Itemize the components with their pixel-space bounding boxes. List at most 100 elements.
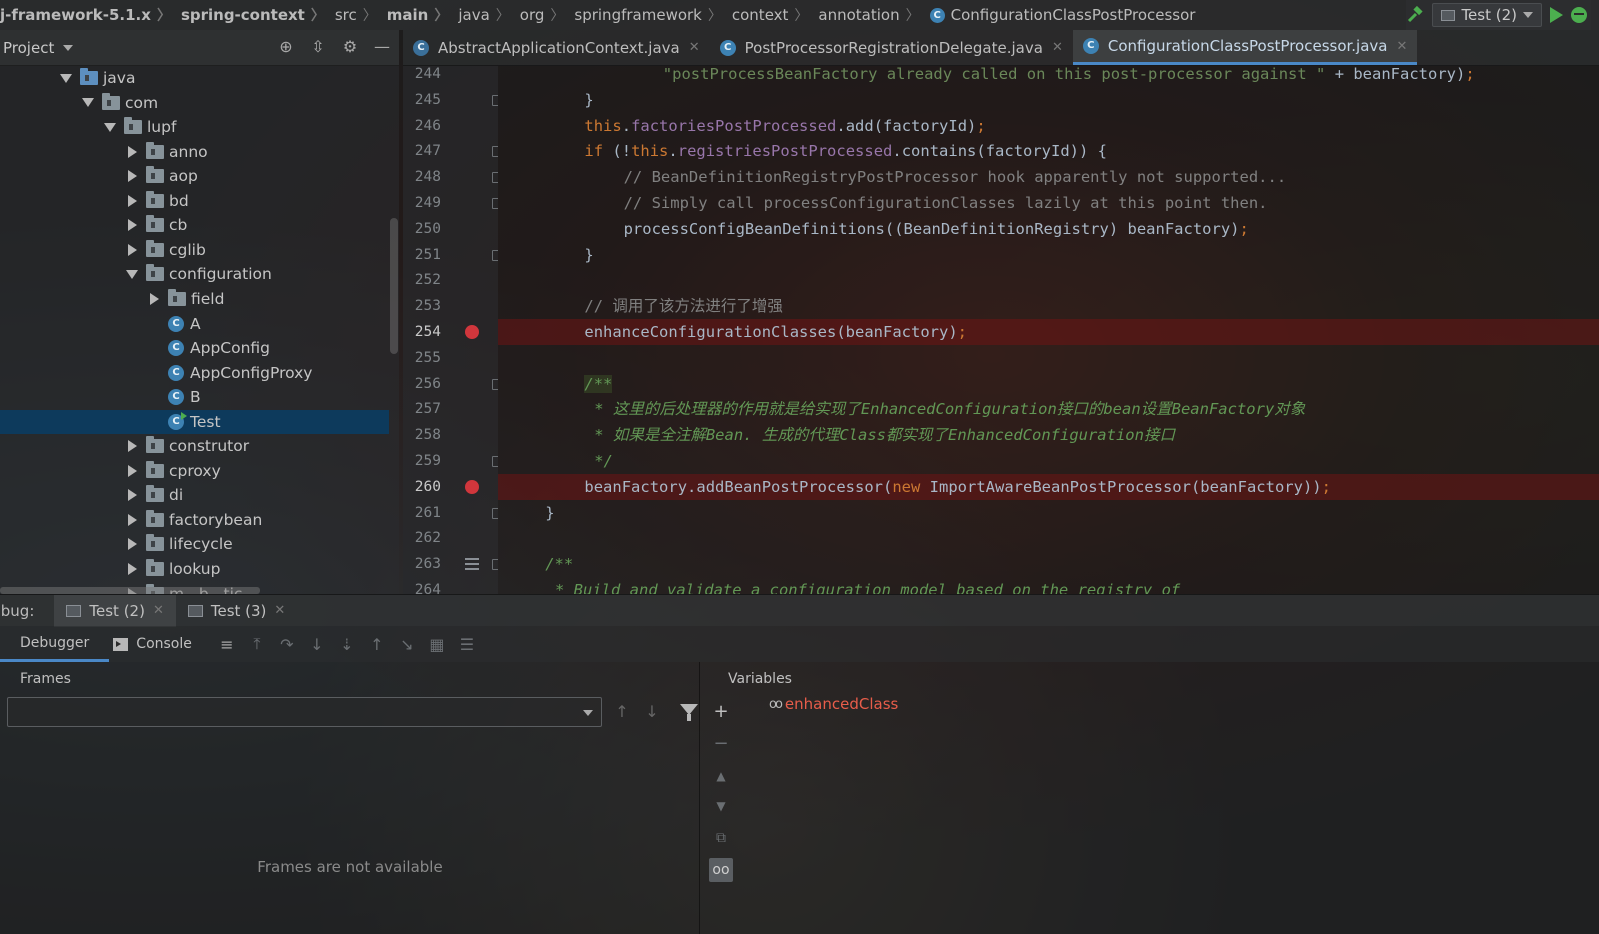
breakpoint-icon[interactable] bbox=[465, 325, 479, 339]
breadcrumb-item[interactable]: spring-context 〉 bbox=[173, 5, 327, 25]
editor-tab[interactable]: C ConfigurationClassPostProcessor.java ✕ bbox=[1072, 30, 1418, 65]
debug-session-tab[interactable]: Test (2) ✕ bbox=[54, 594, 176, 627]
thread-select[interactable] bbox=[7, 697, 602, 727]
arrow-down-icon[interactable]: ↓ bbox=[642, 702, 662, 722]
breadcrumb-item[interactable]: annotation 〉 bbox=[810, 5, 921, 25]
collapsed-arrow-icon[interactable] bbox=[124, 242, 140, 258]
tree-item-a[interactable]: CA bbox=[0, 312, 389, 336]
tree-item-cb[interactable]: cb bbox=[0, 213, 389, 237]
glasses-icon[interactable]: oo bbox=[709, 858, 733, 882]
editor-tab[interactable]: C AbstractApplicationContext.java ✕ bbox=[403, 30, 710, 65]
tree-item-lookup[interactable]: lookup bbox=[0, 557, 389, 581]
tree-item-bd[interactable]: bd bbox=[0, 189, 389, 213]
tree-item-lifecycle[interactable]: lifecycle bbox=[0, 532, 389, 556]
editor-gutter[interactable]: 244 245 246 247 248 249 250 251 252 253 254 255 256 2… bbox=[403, 66, 498, 594]
tree-item-aop[interactable]: aop bbox=[0, 164, 389, 188]
force-step-into-icon[interactable]: ⇣ bbox=[332, 626, 362, 662]
move-up-icon[interactable]: ▲ bbox=[709, 764, 733, 788]
evaluate-expression-icon[interactable]: ▦ bbox=[422, 626, 452, 662]
breadcrumb-item[interactable]: springframework 〉 bbox=[566, 5, 723, 25]
locate-target-icon[interactable]: ⊕ bbox=[277, 38, 295, 56]
collapsed-arrow-icon[interactable] bbox=[124, 561, 140, 577]
breadcrumb-item[interactable]: j-framework-5.1.x 〉 bbox=[0, 5, 173, 25]
collapsed-arrow-icon[interactable] bbox=[124, 193, 140, 209]
tree-item-cproxy[interactable]: cproxy bbox=[0, 459, 389, 483]
code-editor[interactable]: "postProcessBeanFactory already called o… bbox=[498, 66, 1599, 594]
collapsed-arrow-icon[interactable] bbox=[124, 217, 140, 233]
step-out-icon[interactable]: ↑ bbox=[362, 626, 392, 662]
collapsed-arrow-icon[interactable] bbox=[146, 291, 162, 307]
tree-item-lupf[interactable]: lupf bbox=[0, 115, 389, 139]
project-view-select[interactable]: Project bbox=[3, 39, 54, 57]
collapsed-arrow-icon[interactable] bbox=[124, 536, 140, 552]
breadcrumb-item[interactable]: context 〉 bbox=[724, 5, 811, 25]
tree-item-factorybean[interactable]: factorybean bbox=[0, 508, 389, 532]
gear-icon[interactable]: ⚙ bbox=[341, 38, 359, 56]
build-hammer-icon[interactable] bbox=[1406, 5, 1424, 24]
tree-item-label: cglib bbox=[169, 240, 206, 259]
tree-item-java[interactable]: java bbox=[0, 66, 389, 90]
collapse-all-icon[interactable]: ⇳ bbox=[309, 38, 327, 56]
breadcrumb-item[interactable]: main 〉 bbox=[379, 5, 451, 25]
add-watch-icon[interactable]: + bbox=[709, 700, 733, 724]
run-button[interactable] bbox=[1550, 7, 1563, 23]
tree-item-cglib[interactable]: cglib bbox=[0, 238, 389, 262]
show-execution-point-icon[interactable]: ⤒ bbox=[242, 626, 272, 662]
implementation-marker-icon[interactable] bbox=[465, 558, 479, 571]
trace-stream-icon[interactable]: ☰ bbox=[452, 626, 482, 662]
tree-item-field[interactable]: field bbox=[0, 287, 389, 311]
close-icon[interactable]: ✕ bbox=[1052, 40, 1063, 55]
debug-session-tab[interactable]: Test (3) ✕ bbox=[176, 595, 297, 627]
move-down-icon[interactable]: ▼ bbox=[709, 794, 733, 818]
expanded-arrow-icon[interactable] bbox=[58, 70, 74, 86]
folder-icon bbox=[168, 288, 186, 306]
expanded-arrow-icon[interactable] bbox=[124, 266, 140, 282]
tree-item-appconfigproxy[interactable]: C AppConfigProxy bbox=[0, 361, 389, 385]
menu-icon[interactable]: ≡ bbox=[212, 626, 242, 662]
folder-icon bbox=[146, 264, 164, 282]
watch-item[interactable]: oo enhancedClass bbox=[769, 695, 898, 713]
collapsed-arrow-icon[interactable] bbox=[124, 487, 140, 503]
close-icon[interactable]: ✕ bbox=[153, 603, 164, 618]
breadcrumb-item[interactable]: org 〉 bbox=[512, 5, 567, 25]
minimize-icon[interactable]: — bbox=[373, 38, 391, 56]
editor-tab[interactable]: C PostProcessorRegistrationDelegate.java ✕ bbox=[710, 30, 1073, 65]
run-configuration-select[interactable]: Test (2) bbox=[1432, 3, 1542, 27]
collapsed-arrow-icon[interactable] bbox=[124, 463, 140, 479]
tree-item-appconfig[interactable]: C AppConfig bbox=[0, 336, 389, 360]
tree-item-construtor[interactable]: construtor bbox=[0, 434, 389, 458]
tree-item-com[interactable]: com bbox=[0, 91, 389, 115]
run-to-cursor-icon[interactable]: ↘ bbox=[392, 626, 422, 662]
tree-item-configuration[interactable]: configuration bbox=[0, 262, 389, 286]
chevron-down-icon[interactable] bbox=[63, 44, 74, 51]
collapsed-arrow-icon[interactable] bbox=[124, 168, 140, 184]
copy-icon[interactable]: ⧉ bbox=[709, 826, 733, 850]
expanded-arrow-icon[interactable] bbox=[102, 119, 118, 135]
step-over-icon[interactable]: ↷ bbox=[272, 626, 302, 662]
tree-item-test[interactable]: C Test bbox=[0, 409, 389, 434]
tree-item-anno[interactable]: anno bbox=[0, 140, 389, 164]
breadcrumb-item[interactable]: src 〉 bbox=[327, 5, 379, 25]
collapsed-arrow-icon[interactable] bbox=[124, 144, 140, 160]
step-into-icon[interactable]: ↓ bbox=[302, 626, 332, 662]
collapsed-arrow-icon[interactable] bbox=[124, 438, 140, 454]
filter-icon[interactable] bbox=[680, 704, 698, 721]
tree-item-b[interactable]: CB bbox=[0, 385, 389, 409]
collapsed-arrow-icon[interactable] bbox=[124, 512, 140, 528]
arrow-up-icon[interactable]: ↑ bbox=[612, 702, 632, 722]
tree-vertical-scrollbar[interactable] bbox=[390, 218, 398, 354]
breakpoint-icon[interactable] bbox=[465, 479, 479, 494]
debug-button[interactable] bbox=[1571, 7, 1587, 23]
expanded-arrow-icon[interactable] bbox=[80, 95, 96, 111]
tab-console[interactable]: Console bbox=[109, 626, 212, 662]
close-icon[interactable]: ✕ bbox=[274, 603, 285, 618]
code-token: . bbox=[668, 142, 678, 161]
close-icon[interactable]: ✕ bbox=[689, 40, 700, 55]
tree-item-di[interactable]: di bbox=[0, 483, 389, 507]
tab-debugger[interactable]: Debugger bbox=[0, 626, 110, 662]
breadcrumb-item[interactable]: java 〉 bbox=[450, 5, 511, 25]
close-icon[interactable]: ✕ bbox=[1396, 39, 1407, 54]
remove-watch-icon[interactable]: − bbox=[709, 732, 733, 756]
breadcrumb-item[interactable]: C ConfigurationClassPostProcessor bbox=[922, 6, 1198, 24]
tree-horizontal-scrollbar[interactable] bbox=[0, 587, 260, 594]
